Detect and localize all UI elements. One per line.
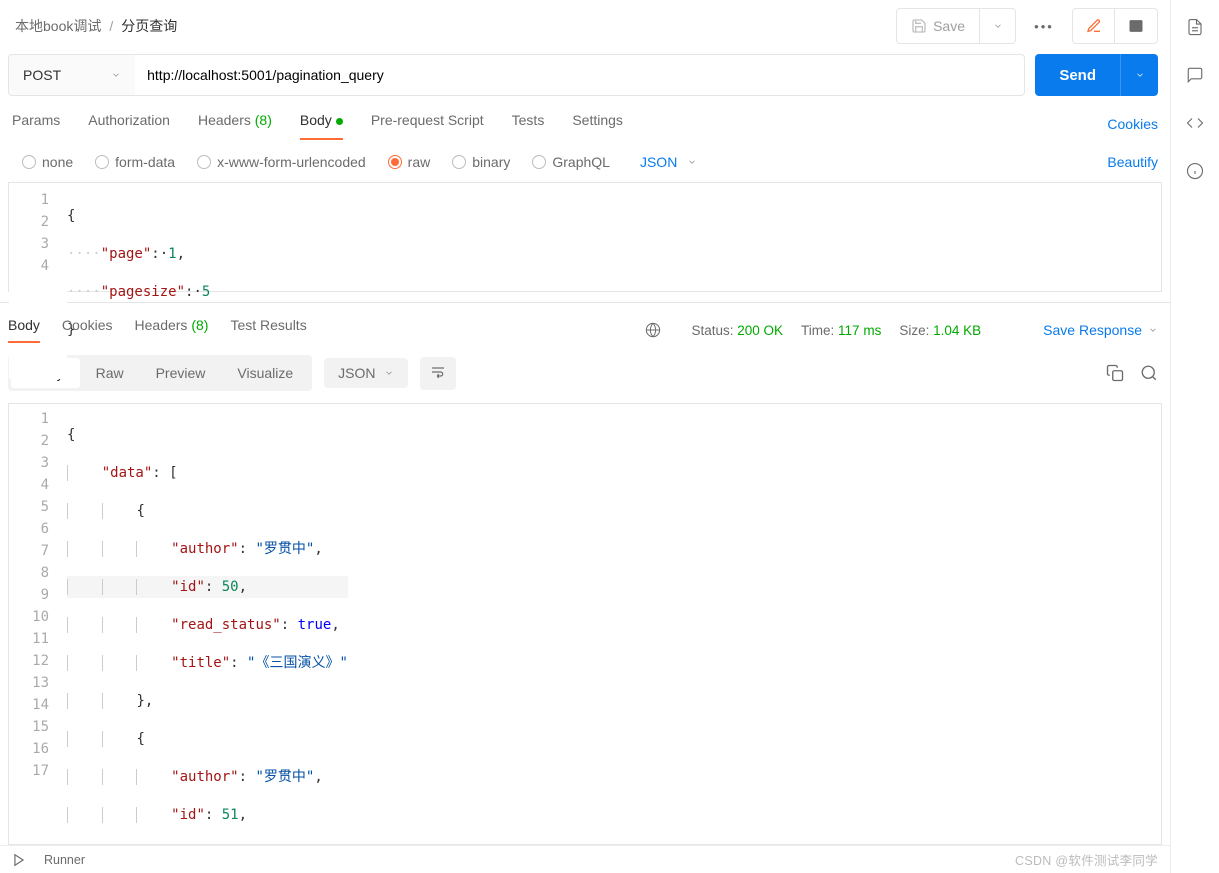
breadcrumb-collection[interactable]: 本地book调试 (15, 16, 101, 36)
chevron-down-icon (111, 70, 121, 80)
panel-icon (1128, 18, 1144, 34)
tab-headers[interactable]: Headers (8) (198, 108, 272, 140)
watermark-text: CSDN @软件测试李同学 (1015, 850, 1158, 869)
save-icon (911, 18, 927, 34)
response-line-gutter: 1234567891011121314151617 (9, 404, 67, 844)
bodytype-raw[interactable]: raw (388, 154, 431, 170)
url-row: POST Send (0, 54, 1170, 108)
line-gutter: 1234 (9, 183, 67, 379)
send-button[interactable]: Send (1035, 54, 1120, 96)
method-select[interactable]: POST (8, 54, 135, 96)
response-tab-body[interactable]: Body (8, 317, 40, 343)
footer-runner[interactable]: Runner (44, 853, 85, 867)
topbar: 本地book调试 / 分页查询 Save ••• (0, 0, 1170, 54)
tab-settings[interactable]: Settings (572, 108, 623, 140)
breadcrumb-request[interactable]: 分页查询 (121, 16, 177, 36)
right-sidebar (1171, 0, 1219, 873)
tab-authorization[interactable]: Authorization (88, 108, 170, 140)
runner-icon (12, 853, 26, 867)
bodytype-none[interactable]: none (22, 154, 73, 170)
chevron-down-icon (687, 157, 697, 167)
request-tabs: Params Authorization Headers (8) Body Pr… (0, 108, 1170, 140)
response-code-content[interactable]: { "data": [ { "author": "罗贯中", "id": 50,… (67, 404, 348, 844)
info-icon[interactable] (1186, 162, 1204, 180)
breadcrumb-separator: / (109, 18, 113, 34)
bodytype-binary[interactable]: binary (452, 154, 510, 170)
save-button: Save (896, 8, 980, 44)
tab-params[interactable]: Params (12, 108, 60, 140)
response-tab-cookies[interactable]: Cookies (62, 317, 113, 343)
bodytype-formdata[interactable]: form-data (95, 154, 175, 170)
panel-button[interactable] (1115, 9, 1157, 43)
code-content[interactable]: { ····"page":·1, ····"pagesize":·5 } (67, 183, 210, 379)
save-dropdown[interactable] (980, 8, 1016, 44)
breadcrumb: 本地book调试 / 分页查询 (15, 16, 886, 36)
bodytype-xwww[interactable]: x-www-form-urlencoded (197, 154, 366, 170)
pencil-icon (1086, 18, 1102, 34)
send-dropdown[interactable] (1120, 54, 1158, 96)
response-tab-results[interactable]: Test Results (230, 317, 306, 343)
document-icon[interactable] (1186, 18, 1204, 36)
tab-body[interactable]: Body (300, 108, 343, 140)
raw-lang-select[interactable]: JSON (640, 154, 697, 170)
method-value: POST (23, 67, 61, 83)
chevron-down-icon (993, 21, 1003, 31)
tab-prerequest[interactable]: Pre-request Script (371, 108, 484, 140)
edit-button[interactable] (1073, 9, 1115, 43)
cookies-link[interactable]: Cookies (1107, 116, 1158, 132)
response-body-editor[interactable]: 1234567891011121314151617 { "data": [ { … (8, 403, 1162, 845)
body-type-row: none form-data x-www-form-urlencoded raw… (0, 140, 1170, 182)
bodytype-graphql[interactable]: GraphQL (532, 154, 610, 170)
save-label: Save (933, 18, 965, 34)
footer-bar: Runner CSDN @软件测试李同学 (0, 845, 1170, 873)
more-options-button[interactable]: ••• (1026, 8, 1062, 44)
modified-dot-icon (336, 118, 343, 125)
comments-icon[interactable] (1186, 66, 1204, 84)
beautify-link[interactable]: Beautify (1107, 154, 1158, 170)
request-body-editor[interactable]: 1234 { ····"page":·1, ····"pagesize":·5 … (8, 182, 1162, 292)
response-tab-headers[interactable]: Headers (8) (135, 317, 209, 343)
code-icon[interactable] (1186, 114, 1204, 132)
tab-tests[interactable]: Tests (512, 108, 545, 140)
chevron-down-icon (1135, 70, 1145, 80)
url-input[interactable] (135, 54, 1025, 96)
